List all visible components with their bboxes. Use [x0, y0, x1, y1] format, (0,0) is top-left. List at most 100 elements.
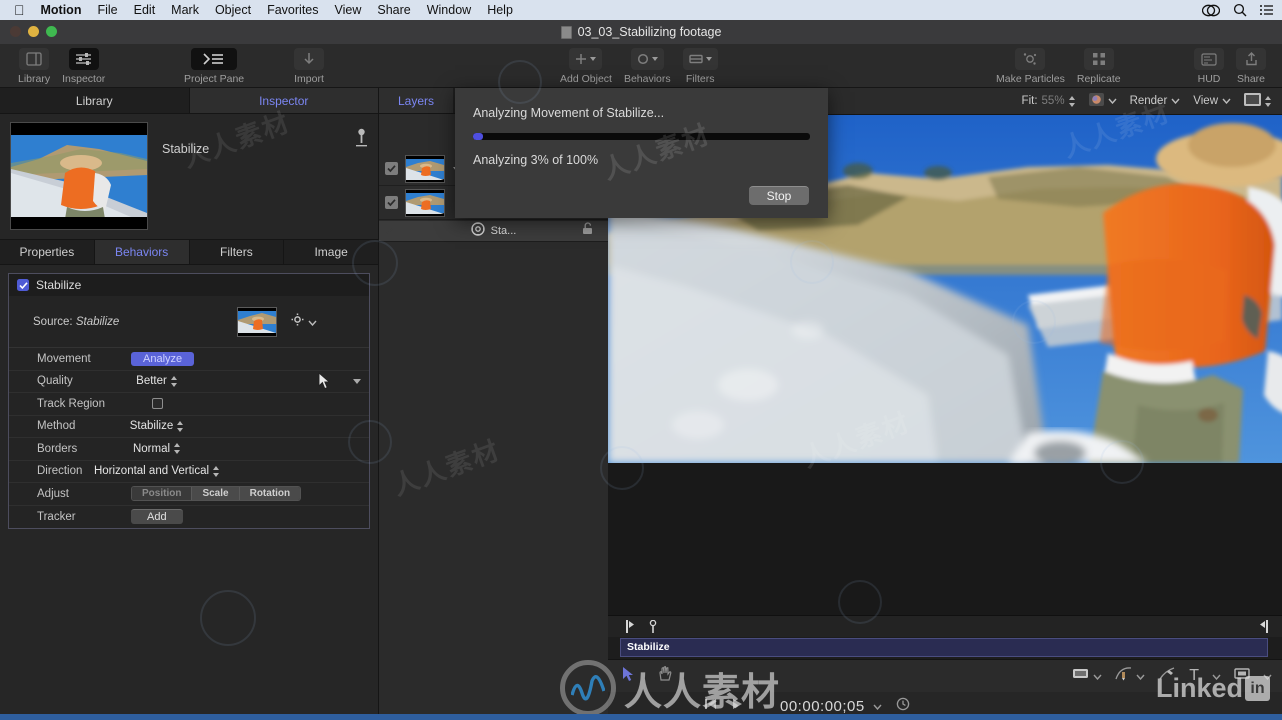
view-menu[interactable]: View: [1193, 95, 1231, 107]
row-adjust[interactable]: Adjust Position Scale Rotation: [9, 483, 369, 506]
row-method[interactable]: Method Stabilize: [9, 415, 369, 438]
chevron-down-icon[interactable]: [1108, 95, 1117, 107]
toolbar-behaviors-button[interactable]: Behaviors: [618, 44, 677, 85]
tab-library[interactable]: Library: [0, 88, 190, 113]
chevron-down-icon[interactable]: [705, 57, 712, 61]
preview-thumbnail[interactable]: [10, 122, 148, 230]
stepper-icon[interactable]: [213, 465, 220, 477]
timeline-track-row[interactable]: Stabilize: [608, 637, 1282, 659]
adjust-position-segment[interactable]: Position: [132, 487, 193, 501]
chevron-down-icon[interactable]: [1212, 667, 1221, 685]
go-to-start-icon[interactable]: [704, 697, 717, 715]
creative-cloud-icon[interactable]: [1202, 4, 1220, 17]
menu-item-favorites[interactable]: Favorites: [267, 3, 318, 17]
project-pane-icon[interactable]: [191, 48, 238, 70]
tab-filters[interactable]: Filters: [190, 240, 285, 264]
adjust-rotation-segment[interactable]: Rotation: [239, 487, 301, 501]
inspector-icon[interactable]: [68, 48, 99, 70]
import-icon[interactable]: [294, 48, 324, 70]
chevron-down-icon[interactable]: [590, 57, 597, 61]
track-region-checkbox[interactable]: [151, 398, 163, 410]
fit-control[interactable]: Fit: 55%: [1022, 95, 1076, 107]
menu-item-edit[interactable]: Edit: [134, 3, 156, 17]
color-wheel-icon[interactable]: [1088, 93, 1104, 109]
color-wheel-control[interactable]: [1088, 93, 1117, 109]
row-track-region[interactable]: Track Region: [9, 393, 369, 416]
chevron-down-icon[interactable]: [873, 697, 882, 715]
background-swatch-icon[interactable]: [1244, 93, 1261, 109]
timeline-ruler[interactable]: [608, 615, 1282, 637]
layer-enable-checkbox[interactable]: [385, 162, 398, 175]
stepper-icon[interactable]: [1265, 95, 1272, 107]
method-popup[interactable]: Stabilize: [130, 420, 184, 432]
menu-item-window[interactable]: Window: [427, 3, 471, 17]
toolbar-library-button[interactable]: Library: [12, 44, 56, 85]
source-thumbnail[interactable]: [237, 306, 277, 337]
direction-popup[interactable]: Horizontal and Vertical: [94, 465, 220, 477]
tab-properties[interactable]: Properties: [0, 240, 95, 264]
toolbar-project-pane-button[interactable]: Project Pane: [178, 44, 250, 85]
minimize-button[interactable]: [28, 26, 39, 37]
chevron-down-icon[interactable]: [651, 57, 658, 61]
paint-stroke-icon[interactable]: [1158, 666, 1176, 686]
analyze-button[interactable]: Analyze: [131, 351, 195, 366]
toolbar-hud-button[interactable]: HUD: [1188, 44, 1230, 85]
hud-icon[interactable]: [1194, 48, 1224, 70]
menu-item-object[interactable]: Object: [215, 3, 251, 17]
adjust-segmented-control[interactable]: Position Scale Rotation: [131, 486, 302, 502]
pan-hand-icon[interactable]: [657, 665, 673, 687]
stabilize-enable-checkbox[interactable]: [17, 279, 29, 291]
row-tracker[interactable]: Tracker Add: [9, 505, 369, 528]
timeline-clip-stabilize[interactable]: Stabilize: [620, 638, 1268, 657]
render-menu[interactable]: Render: [1130, 95, 1181, 107]
timecode-display[interactable]: 00:00:00;05: [780, 698, 865, 715]
close-button[interactable]: [10, 26, 21, 37]
clock-icon[interactable]: [896, 697, 910, 716]
background-swatch-control[interactable]: [1244, 93, 1272, 109]
layer-thumbnail[interactable]: [405, 154, 445, 183]
adjust-scale-segment[interactable]: Scale: [192, 487, 240, 501]
text-icon[interactable]: T: [1189, 668, 1199, 684]
replicate-icon[interactable]: [1083, 48, 1114, 70]
toolbar-inspector-button[interactable]: Inspector: [56, 44, 111, 85]
menu-item-view[interactable]: View: [335, 3, 362, 17]
row-movement[interactable]: Movement Analyze: [9, 348, 369, 371]
lock-icon[interactable]: [581, 222, 594, 240]
bezier-tool-group[interactable]: [1115, 666, 1145, 686]
row-direction[interactable]: Direction Horizontal and Vertical: [9, 460, 369, 483]
chevron-down-icon[interactable]: [353, 378, 361, 384]
chevron-down-icon[interactable]: [1171, 95, 1180, 107]
stepper-icon[interactable]: [177, 420, 184, 432]
toolbar-share-button[interactable]: Share: [1230, 44, 1272, 85]
chevron-down-icon[interactable]: [1222, 95, 1231, 107]
playhead-icon[interactable]: [626, 619, 634, 638]
toolbar-filters-button[interactable]: Filters: [677, 44, 724, 85]
filters-icon[interactable]: [682, 48, 718, 70]
menu-item-mark[interactable]: Mark: [171, 3, 199, 17]
share-icon[interactable]: [1236, 48, 1266, 70]
select-arrow-icon[interactable]: [622, 666, 635, 687]
spotlight-search-icon[interactable]: [1233, 3, 1247, 17]
chevron-down-icon[interactable]: [1263, 667, 1272, 685]
window-traffic-lights[interactable]: [10, 26, 57, 37]
tab-inspector[interactable]: Inspector: [189, 88, 378, 113]
row-quality[interactable]: Quality Better: [9, 370, 369, 393]
stepper-icon[interactable]: [170, 375, 178, 387]
menu-item-motion[interactable]: Motion: [41, 3, 82, 17]
plus-icon[interactable]: [569, 48, 603, 70]
tab-behaviors[interactable]: Behaviors: [94, 240, 190, 264]
apple-icon[interactable]: : [14, 3, 25, 17]
shape-icon[interactable]: [1072, 667, 1089, 685]
end-marker-icon[interactable]: [1260, 619, 1268, 638]
toolbar-replicate-button[interactable]: Replicate: [1071, 44, 1127, 85]
menu-item-help[interactable]: Help: [487, 3, 513, 17]
borders-popup[interactable]: Normal: [133, 443, 181, 455]
tracker-add-button[interactable]: Add: [131, 509, 183, 525]
row-borders[interactable]: Borders Normal: [9, 438, 369, 461]
pin-icon[interactable]: [355, 128, 368, 153]
tab-layers[interactable]: Layers: [379, 88, 453, 113]
play-icon[interactable]: [731, 697, 744, 715]
mask-rect-icon[interactable]: [1234, 667, 1250, 685]
stop-button[interactable]: Stop: [749, 186, 809, 205]
stepper-icon[interactable]: [174, 443, 181, 455]
